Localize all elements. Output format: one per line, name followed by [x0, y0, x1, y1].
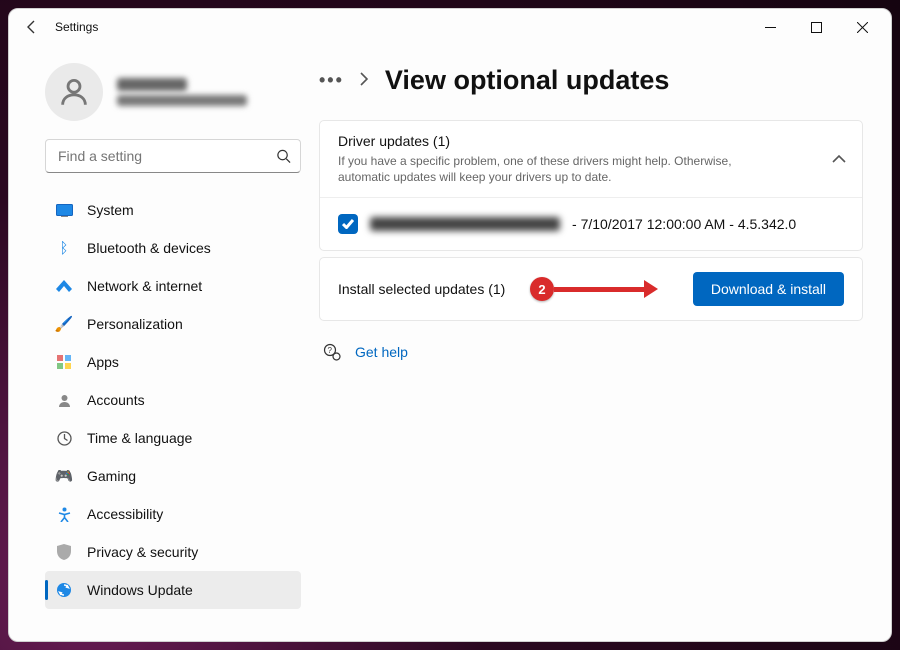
install-label: Install selected updates (1): [338, 281, 505, 297]
nav-label: Accessibility: [87, 506, 163, 522]
search-icon: [276, 149, 291, 164]
brush-icon: 🖌️: [55, 315, 73, 333]
get-help-row[interactable]: ? Get help: [323, 343, 863, 361]
shield-icon: [55, 543, 73, 561]
close-button[interactable]: [839, 9, 885, 45]
sidebar-item-windows-update[interactable]: Windows Update: [45, 571, 301, 609]
search-input[interactable]: [45, 139, 301, 173]
nav-label: Windows Update: [87, 582, 193, 598]
clock-icon: [55, 429, 73, 447]
annotation-badge-2: 2: [530, 277, 554, 301]
chevron-right-icon: [360, 72, 369, 89]
sidebar-item-network[interactable]: Network & internet: [45, 267, 301, 305]
driver-update-row[interactable]: - 7/10/2017 12:00:00 AM - 4.5.342.0 1: [320, 198, 862, 250]
sidebar-item-personalization[interactable]: 🖌️ Personalization: [45, 305, 301, 343]
profile-block[interactable]: [45, 63, 301, 121]
driver-name-redacted: [370, 217, 560, 231]
titlebar: Settings: [9, 9, 891, 45]
sidebar-item-accessibility[interactable]: Accessibility: [45, 495, 301, 533]
nav-label: Personalization: [87, 316, 183, 332]
sidebar-item-time[interactable]: Time & language: [45, 419, 301, 457]
sidebar-item-gaming[interactable]: 🎮 Gaming: [45, 457, 301, 495]
breadcrumb-ellipsis[interactable]: •••: [319, 70, 344, 91]
search-box[interactable]: [45, 139, 301, 173]
update-checkbox[interactable]: [338, 214, 358, 234]
nav-label: System: [87, 202, 134, 218]
nav-list: System ᛒ Bluetooth & devices Network & in…: [45, 191, 301, 609]
annotation-arrow-2: [554, 287, 644, 292]
annotation-2: 2: [530, 277, 658, 301]
sidebar-item-accounts[interactable]: Accounts: [45, 381, 301, 419]
check-icon: [342, 219, 354, 229]
nav-label: Time & language: [87, 430, 192, 446]
gaming-icon: 🎮: [55, 467, 73, 485]
help-icon: ?: [323, 343, 341, 361]
update-icon: [55, 581, 73, 599]
main-panel: ••• View optional updates Driver updates…: [319, 45, 891, 641]
nav-label: Privacy & security: [87, 544, 198, 560]
app-title: Settings: [55, 20, 98, 34]
settings-window: Settings System ᛒ: [8, 8, 892, 642]
avatar: [45, 63, 103, 121]
chevron-up-icon[interactable]: [832, 150, 846, 168]
sidebar-item-system[interactable]: System: [45, 191, 301, 229]
driver-updates-card: Driver updates (1) If you have a specifi…: [319, 120, 863, 251]
arrow-head-icon: [644, 280, 658, 298]
get-help-link[interactable]: Get help: [355, 344, 408, 360]
user-info: [117, 78, 247, 106]
minimize-icon: [765, 22, 776, 33]
accessibility-icon: [55, 505, 73, 523]
driver-updates-heading: Driver updates (1): [338, 133, 814, 149]
arrow-left-icon: [24, 19, 40, 35]
nav-label: Accounts: [87, 392, 145, 408]
accounts-icon: [55, 391, 73, 409]
bluetooth-icon: ᛒ: [55, 239, 73, 257]
driver-updates-header[interactable]: Driver updates (1) If you have a specifi…: [320, 121, 862, 197]
minimize-button[interactable]: [747, 9, 793, 45]
sidebar-item-apps[interactable]: Apps: [45, 343, 301, 381]
person-icon: [57, 75, 91, 109]
download-install-button[interactable]: Download & install: [693, 272, 844, 306]
svg-text:?: ?: [328, 346, 333, 355]
close-icon: [857, 22, 868, 33]
maximize-button[interactable]: [793, 9, 839, 45]
maximize-icon: [811, 22, 822, 33]
update-meta: - 7/10/2017 12:00:00 AM - 4.5.342.0: [572, 216, 796, 232]
sidebar-item-bluetooth[interactable]: ᛒ Bluetooth & devices: [45, 229, 301, 267]
nav-label: Bluetooth & devices: [87, 240, 211, 256]
nav-label: Network & internet: [87, 278, 202, 294]
breadcrumb: ••• View optional updates: [319, 65, 863, 96]
back-button[interactable]: [15, 10, 49, 44]
apps-icon: [55, 353, 73, 371]
nav-label: Apps: [87, 354, 119, 370]
driver-updates-subtext: If you have a specific problem, one of t…: [338, 153, 758, 185]
sidebar-item-privacy[interactable]: Privacy & security: [45, 533, 301, 571]
user-email-redacted: [117, 95, 247, 106]
content-area: System ᛒ Bluetooth & devices Network & in…: [9, 45, 891, 641]
sidebar: System ᛒ Bluetooth & devices Network & in…: [9, 45, 319, 641]
wifi-icon: [55, 277, 73, 295]
page-title: View optional updates: [385, 65, 670, 96]
nav-label: Gaming: [87, 468, 136, 484]
window-controls: [747, 9, 885, 45]
user-name-redacted: [117, 78, 187, 91]
monitor-icon: [55, 201, 73, 219]
install-card: Install selected updates (1) Download & …: [319, 257, 863, 321]
